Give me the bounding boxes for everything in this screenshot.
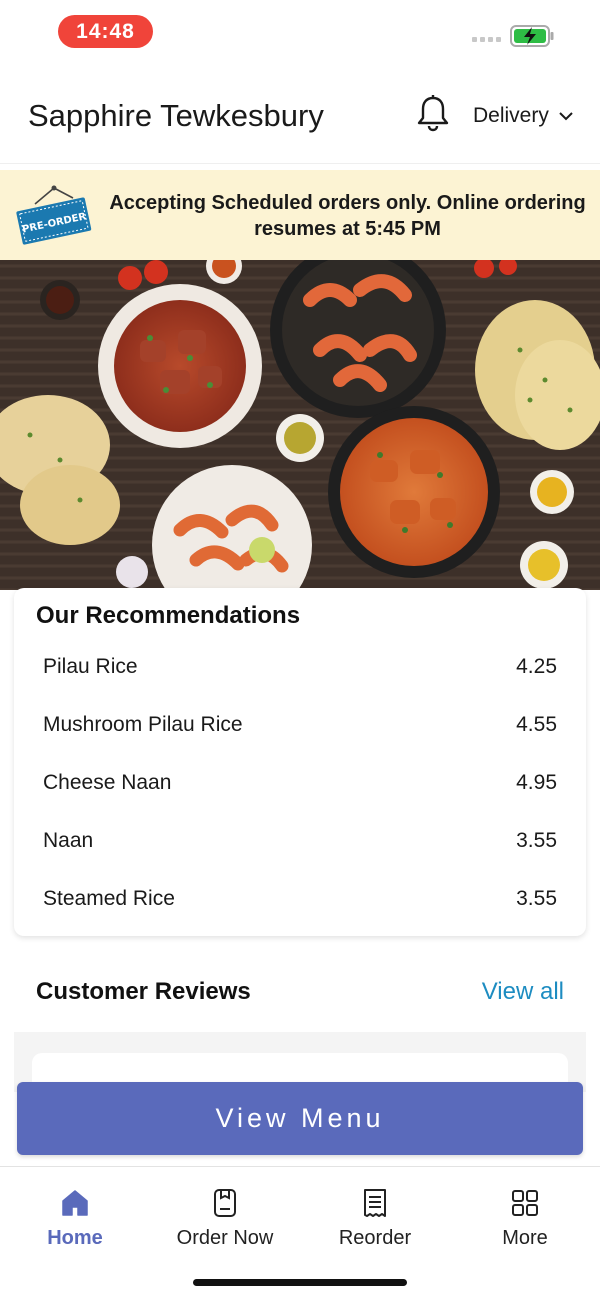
signal-icon xyxy=(472,37,501,42)
tab-reorder[interactable]: Reorder xyxy=(300,1187,450,1250)
food-photo xyxy=(0,260,600,590)
bell-icon[interactable] xyxy=(416,94,450,132)
receipt-icon xyxy=(364,1189,386,1217)
item-name: Mushroom Pilau Rice xyxy=(43,713,243,736)
battery-charging-icon xyxy=(510,25,554,47)
tab-order-now[interactable]: Order Now xyxy=(150,1187,300,1250)
recommendation-item[interactable]: Naan 3.55 xyxy=(14,812,586,870)
tab-label: Reorder xyxy=(338,1227,412,1249)
item-price: 4.95 xyxy=(516,771,557,794)
store-name: Sapphire Tewkesbury xyxy=(28,98,324,133)
order-icon xyxy=(214,1189,236,1217)
item-price: 4.25 xyxy=(516,655,557,678)
tab-label: More xyxy=(502,1227,548,1249)
tab-label: Home xyxy=(47,1227,103,1249)
recommendation-item[interactable]: Cheese Naan 4.95 xyxy=(14,754,586,812)
app-header: Sapphire Tewkesbury Delivery xyxy=(0,64,600,164)
item-price: 4.55 xyxy=(516,713,557,736)
item-name: Pilau Rice xyxy=(43,655,138,678)
item-name: Naan xyxy=(43,829,94,852)
reviews-title: Customer Reviews xyxy=(36,978,251,1005)
item-name: Steamed Rice xyxy=(43,887,175,910)
tab-label: Order Now xyxy=(176,1227,274,1249)
home-indicator xyxy=(193,1279,407,1286)
grid-icon xyxy=(512,1190,538,1216)
recommendation-item[interactable]: Steamed Rice 3.55 xyxy=(14,870,586,928)
order-mode-label: Delivery xyxy=(473,104,549,127)
recommendation-item[interactable]: Pilau Rice 4.25 xyxy=(14,638,586,696)
view-menu-button[interactable]: View Menu xyxy=(17,1082,583,1155)
status-bar: 14:48 xyxy=(0,0,600,64)
recommendations-list: Pilau Rice 4.25 Mushroom Pilau Rice 4.55… xyxy=(14,638,586,928)
item-price: 3.55 xyxy=(516,887,557,910)
home-icon xyxy=(62,1190,88,1216)
chevron-down-icon xyxy=(559,112,573,121)
tab-home[interactable]: Home xyxy=(0,1187,150,1250)
pre-order-sign-icon: PRE-ORDER xyxy=(16,185,92,245)
view-all-link[interactable]: View all xyxy=(482,978,564,1006)
tab-more[interactable]: More xyxy=(450,1187,600,1250)
recommendations-card: Our Recommendations Pilau Rice 4.25 Mush… xyxy=(14,588,586,936)
item-name: Cheese Naan xyxy=(43,771,172,794)
order-mode-dropdown[interactable]: Delivery xyxy=(473,104,573,128)
customer-reviews-section: Customer Reviews View all xyxy=(14,950,586,1032)
recommendation-item[interactable]: Mushroom Pilau Rice 4.55 xyxy=(14,696,586,754)
item-price: 3.55 xyxy=(516,829,557,852)
preorder-banner: PRE-ORDER Accepting Scheduled orders onl… xyxy=(0,170,600,260)
status-time: 14:48 xyxy=(58,15,153,48)
banner-message: Accepting Scheduled orders only. Online … xyxy=(109,192,586,240)
recommendations-title: Our Recommendations xyxy=(36,602,301,629)
